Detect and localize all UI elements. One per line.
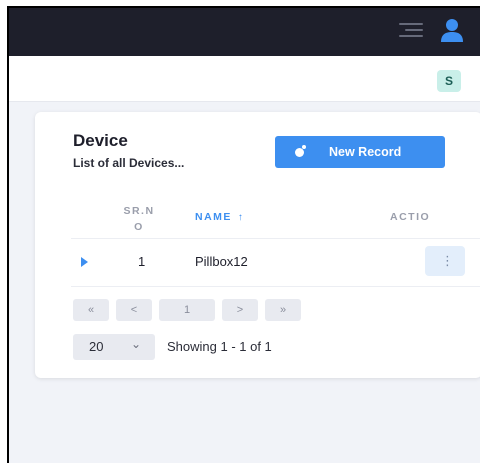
page-size-select[interactable]: 20 ⌄ — [73, 334, 155, 360]
more-vertical-icon[interactable]: ⋮ — [425, 246, 465, 276]
column-header-action: ACTIO — [390, 211, 431, 223]
sort-ascending-icon: ↑ — [237, 212, 245, 223]
column-header-name[interactable]: NAME ↑ — [195, 211, 244, 223]
toggle-icon — [295, 145, 306, 157]
current-page-button[interactable]: 1 — [159, 299, 215, 321]
column-header-name-label: NAME — [195, 211, 232, 223]
new-record-button[interactable]: New Record — [275, 136, 445, 168]
new-record-label: New Record — [329, 145, 402, 159]
device-card: Device List of all Devices... New Record… — [35, 112, 480, 378]
table-row-divider — [71, 286, 480, 287]
app-window: S Device List of all Devices... New Reco… — [7, 6, 480, 463]
page-subtitle: List of all Devices... — [73, 156, 185, 170]
page-size-value: 20 — [89, 339, 104, 354]
chevron-down-icon: ⌄ — [131, 337, 142, 351]
page-title: Device — [73, 131, 128, 150]
sub-header: S — [9, 56, 480, 102]
last-page-button[interactable]: » — [265, 299, 301, 321]
menu-icon[interactable] — [399, 20, 423, 40]
user-icon[interactable] — [439, 17, 465, 43]
column-header-srno[interactable]: SR.N O — [117, 203, 161, 235]
showing-count: Showing 1 - 1 of 1 — [167, 339, 272, 354]
next-page-button[interactable]: > — [222, 299, 258, 321]
cell-name: Pillbox12 — [195, 254, 248, 269]
prev-page-button[interactable]: < — [116, 299, 152, 321]
top-navbar — [9, 8, 480, 56]
avatar[interactable]: S — [437, 70, 461, 92]
expand-arrow-icon[interactable] — [81, 257, 88, 267]
table-header-divider — [71, 238, 480, 239]
first-page-button[interactable]: « — [73, 299, 109, 321]
cell-srno: 1 — [138, 254, 146, 269]
